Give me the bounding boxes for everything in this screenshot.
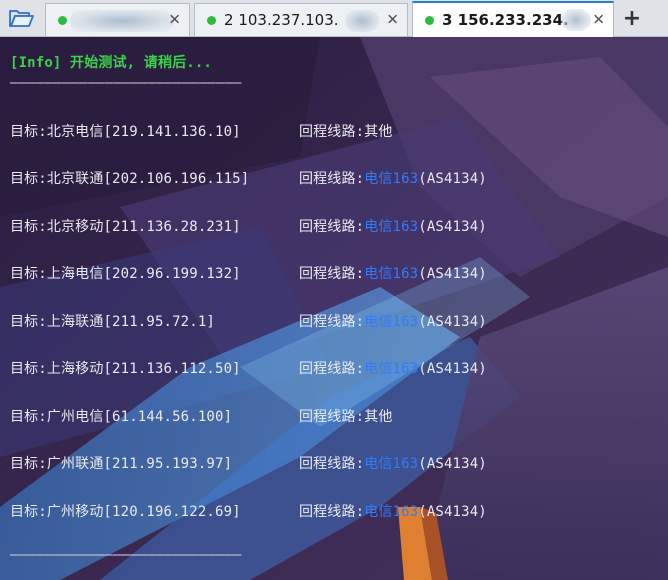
asn-label: (AS4134)	[418, 361, 487, 377]
terminal-output[interactable]: [Info] 开始测试, 请稍后... ————————————————————…	[0, 37, 668, 580]
route-value-highlight: 电信163	[364, 361, 419, 377]
route-label: 回程线路:电信163(AS4134)	[299, 311, 487, 331]
route-value-highlight: 电信163	[364, 456, 419, 472]
route-prefix: 回程线路:	[299, 456, 365, 472]
target-label: 目标:广州电信[61.144.56.100]	[10, 409, 233, 425]
trace-result-row: 目标:上海移动[211.136.112.50] 回程线路:电信163(AS4134…	[10, 358, 487, 378]
route-label: 回程线路:电信163(AS4134)	[299, 501, 487, 521]
asn-label: (AS4134)	[418, 504, 487, 520]
route-label: 回程线路:电信163(AS4134)	[299, 263, 487, 283]
target-label: 目标:上海电信[202.96.199.132]	[10, 266, 241, 282]
asn-label: (AS4134)	[418, 456, 487, 472]
route-label: 回程线路:其他	[299, 121, 393, 141]
separator-line: ———————————————————————————	[10, 547, 242, 563]
folder-icon	[9, 10, 34, 27]
route-value-highlight: 电信163	[364, 504, 419, 520]
trace-result-row: 目标:上海电信[202.96.199.132] 回程线路:电信163(AS4134…	[10, 263, 487, 283]
route-prefix: 回程线路:	[299, 361, 365, 377]
session-status-icon	[58, 15, 67, 25]
asn-label: (AS4134)	[418, 314, 487, 330]
session-status-icon	[425, 15, 434, 25]
redacted-host-mask	[561, 9, 591, 31]
trace-result-row: 目标:北京联通[202.106.196.115] 回程线路:电信163(AS413…	[10, 168, 487, 188]
target-label: 目标:北京联通[202.106.196.115]	[10, 171, 250, 187]
route-value: 其他	[364, 409, 393, 425]
route-prefix: 回程线路:	[299, 266, 365, 282]
route-value-highlight: 电信163	[364, 266, 419, 282]
trace-result-row: 目标:广州移动[120.196.122.69] 回程线路:电信163(AS4134…	[10, 501, 487, 521]
separator-line: ———————————————————————————	[10, 75, 242, 91]
tab-session-1[interactable]: ✕	[45, 3, 190, 36]
asn-label: (AS4134)	[418, 171, 487, 187]
close-icon[interactable]: ✕	[386, 12, 399, 28]
route-value-highlight: 电信163	[364, 314, 419, 330]
close-icon[interactable]: ✕	[592, 12, 605, 28]
asn-label: (AS4134)	[418, 219, 487, 235]
route-prefix: 回程线路:	[299, 504, 365, 520]
tab-session-3[interactable]: 3 156.233.234. ✕	[412, 1, 614, 37]
trace-result-row: 目标:北京电信[219.141.136.10] 回程线路:其他	[10, 121, 392, 141]
target-label: 目标:上海联通[211.95.72.1]	[10, 314, 216, 330]
route-prefix: 回程线路:	[299, 409, 365, 425]
route-label: 回程线路:电信163(AS4134)	[299, 168, 487, 188]
tab-label: 2 103.237.103.	[224, 11, 339, 29]
redacted-host-mask	[70, 10, 174, 32]
tab-session-2[interactable]: 2 103.237.103. ✕	[194, 3, 408, 36]
route-label: 回程线路:电信163(AS4134)	[299, 216, 487, 236]
target-label: 目标:广州联通[211.95.193.97]	[10, 456, 233, 472]
route-value-highlight: 电信163	[364, 171, 419, 187]
route-prefix: 回程线路:	[299, 219, 365, 235]
trace-result-row: 目标:上海联通[211.95.72.1] 回程线路:电信163(AS4134)	[10, 311, 487, 331]
info-message: [Info] 开始测试, 请稍后...	[10, 55, 212, 71]
route-label: 回程线路:其他	[299, 406, 393, 426]
route-prefix: 回程线路:	[299, 124, 365, 140]
add-tab-button[interactable]: +	[617, 0, 647, 36]
add-tab-icon: +	[622, 5, 642, 31]
trace-result-row: 目标:北京移动[211.136.28.231] 回程线路:电信163(AS4134…	[10, 216, 487, 236]
close-icon[interactable]: ✕	[168, 12, 181, 28]
target-label: 目标:广州移动[120.196.122.69]	[10, 504, 241, 520]
route-label: 回程线路:电信163(AS4134)	[299, 358, 487, 378]
route-value: 其他	[364, 124, 393, 140]
tab-bar: ✕ 2 103.237.103. ✕ 3 156.233.234. ✕ +	[0, 0, 668, 37]
terminal-background-image	[0, 37, 668, 580]
session-status-icon	[207, 15, 216, 25]
open-folder-button[interactable]	[0, 0, 42, 36]
route-prefix: 回程线路:	[299, 171, 365, 187]
route-label: 回程线路:电信163(AS4134)	[299, 453, 487, 473]
asn-label: (AS4134)	[418, 266, 487, 282]
trace-result-row: 目标:广州联通[211.95.193.97] 回程线路:电信163(AS4134)	[10, 453, 487, 473]
target-label: 目标:北京移动[211.136.28.231]	[10, 219, 241, 235]
trace-result-row: 目标:广州电信[61.144.56.100] 回程线路:其他	[10, 406, 392, 426]
target-label: 目标:上海移动[211.136.112.50]	[10, 361, 241, 377]
route-value-highlight: 电信163	[364, 219, 419, 235]
route-prefix: 回程线路:	[299, 314, 365, 330]
redacted-host-mask	[345, 10, 379, 32]
target-label: 目标:北京电信[219.141.136.10]	[10, 124, 241, 140]
